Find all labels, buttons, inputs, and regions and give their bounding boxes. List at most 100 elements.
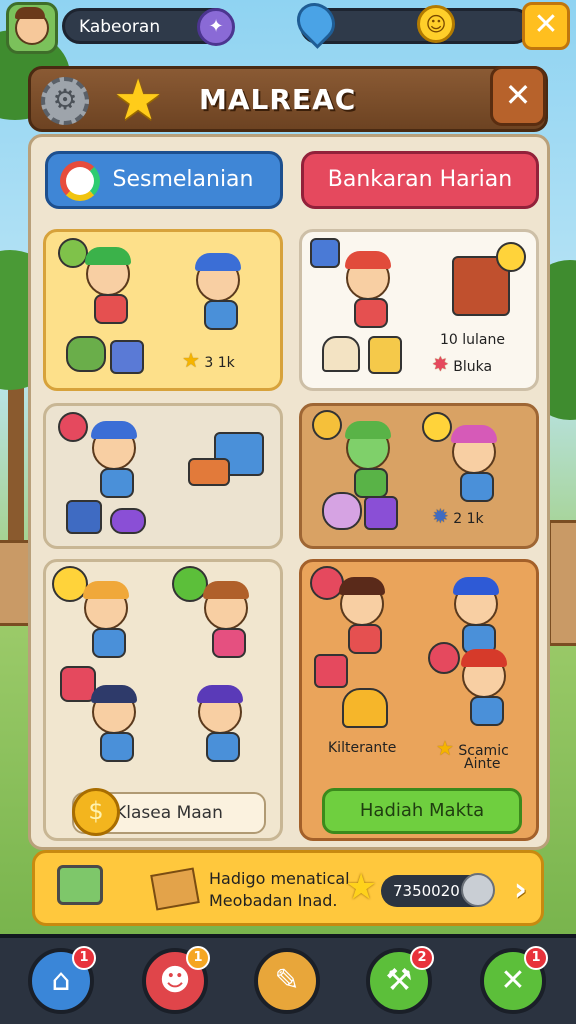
hammer-icon: ⚒	[385, 963, 413, 998]
panel-header: ⚙ ★ MALREAC	[28, 66, 548, 132]
chevron-right-icon[interactable]: ›	[514, 869, 527, 909]
kid-blue-hair-icon	[453, 577, 499, 654]
card-2-line-1: 10 lulane	[440, 332, 505, 348]
top-close-button[interactable]: ✕	[522, 2, 570, 50]
star-icon: ★	[345, 867, 378, 908]
card-4-value: ✹ 2 1k	[432, 504, 484, 528]
exclamation-bubble-icon	[312, 410, 342, 440]
chrome-ring-icon	[60, 161, 100, 201]
video-icon	[310, 238, 340, 268]
character-icon: ☻	[159, 963, 191, 998]
melon-icon	[58, 238, 88, 268]
house-icon: ⌂	[51, 963, 71, 998]
monster-toy-icon	[66, 336, 106, 372]
pig-toy-icon	[322, 492, 362, 530]
promo-line-2: Meobadan Inad.	[209, 891, 338, 910]
promo-counter-value: 7350020	[393, 882, 460, 900]
promo-banner[interactable]: Hadigo menatical Meobadan Inad. ★ 735002…	[32, 850, 544, 926]
sun-badge-icon	[496, 242, 526, 272]
notification-badge: 1	[72, 946, 96, 970]
wrench-icon: ✎	[274, 963, 300, 998]
book-icon	[188, 458, 230, 486]
reward-card-2[interactable]: 10 lulane ✸ Bluka	[299, 229, 539, 391]
promo-line-1: Hadigo menatical	[209, 869, 350, 888]
muffin-icon	[322, 336, 360, 372]
card-2-line-2: ✸ Bluka	[432, 352, 492, 376]
gift-box-icon	[150, 867, 200, 911]
nav-friends-button[interactable]: ☻ 1	[142, 946, 210, 1014]
crossed-swords-icon: ✕	[500, 963, 526, 998]
kid-blue-cap-icon	[195, 253, 241, 330]
reward-card-3[interactable]	[43, 403, 283, 549]
panel-title: MALREAC	[199, 83, 357, 116]
heart-bubble-icon	[58, 412, 88, 442]
card-1-value: ★ 3 1k	[182, 348, 235, 372]
kid-blonde-icon	[83, 581, 129, 658]
tab-bankaran-harian[interactable]: Bankaran Harian	[301, 151, 539, 209]
card-6-label-right-2: Ainte	[464, 756, 501, 772]
notification-badge: 1	[524, 946, 548, 970]
smiley-coin-icon[interactable]: ☺	[417, 5, 455, 43]
kid-green-creature-icon	[345, 421, 391, 498]
picture-frame-icon	[368, 336, 402, 374]
nav-tools-button[interactable]: ✎	[254, 948, 320, 1014]
panel-body: Sesmelanian Bankaran Harian ★ 3 1k 10 lu…	[28, 134, 550, 850]
card-4-value-text: 2 1k	[453, 511, 484, 527]
card-6-label-left: Kilterante	[328, 740, 397, 756]
no-entry-icon	[310, 566, 344, 600]
reward-card-5[interactable]: $ Klasea Maan	[43, 559, 283, 841]
player-name-pill[interactable]: Kabeoran ✦	[62, 8, 235, 46]
card-1-value-text: 3 1k	[204, 355, 235, 371]
kid-purple-cap-icon	[197, 685, 243, 762]
nav-battle-button[interactable]: ✕ 1	[480, 946, 548, 1014]
toy-car-icon	[110, 508, 146, 534]
cube-toy-icon	[110, 340, 144, 374]
tv-icon	[57, 865, 103, 905]
kid-brown-hair-icon	[203, 581, 249, 658]
star-icon: ★	[113, 68, 164, 133]
kid-red-shirt-icon	[339, 577, 385, 654]
gear-star-icon: ✹	[432, 504, 449, 528]
gift-button[interactable]: Hadiah Makta	[322, 788, 522, 834]
kid-red-spiky-hair-icon	[461, 649, 507, 726]
claim-button[interactable]: $ Klasea Maan	[72, 788, 266, 836]
notification-badge: 1	[186, 946, 210, 970]
kid-green-hair-icon	[85, 247, 131, 324]
kid-dark-hair-icon	[91, 685, 137, 762]
nav-build-button[interactable]: ⚒ 2	[366, 946, 434, 1014]
tab-label: Bankaran Harian	[327, 167, 513, 192]
clock-icon	[461, 873, 495, 907]
burst-icon: ✸	[432, 352, 449, 376]
close-icon: ✕	[533, 7, 559, 42]
tab-label: Sesmelanian	[112, 167, 254, 192]
claim-button-label: Klasea Maan	[115, 803, 223, 823]
video-play-icon	[314, 654, 348, 688]
nav-home-button[interactable]: ⌂ 1	[28, 946, 96, 1014]
star-icon: ★	[182, 348, 200, 372]
avatar-face-icon	[15, 7, 49, 45]
player-name: Kabeoran	[79, 17, 161, 37]
reward-card-4[interactable]: ✹ 2 1k	[299, 403, 539, 549]
tab-sesmelanian[interactable]: Sesmelanian	[45, 151, 283, 209]
kid-pink-hair-icon	[451, 425, 497, 502]
racket-icon	[428, 642, 460, 674]
compass-icon[interactable]: ✦	[197, 8, 235, 46]
lollipop-icon	[422, 412, 452, 442]
cake-icon	[342, 688, 388, 728]
top-bar: Kabeoran ✦ ☺ ✕	[0, 0, 576, 56]
coin-icon: $	[72, 788, 120, 836]
tablet-icon	[66, 500, 102, 534]
notebook-icon	[364, 496, 398, 530]
notification-badge: 2	[410, 946, 434, 970]
kid-blue-helmet-icon	[91, 421, 137, 498]
reward-card-1[interactable]: ★ 3 1k	[43, 229, 283, 391]
promo-counter: 7350020	[381, 873, 495, 907]
panel-close-button[interactable]: ✕	[490, 66, 546, 126]
close-icon: ✕	[504, 76, 532, 114]
quest-panel: ⚙ ★ MALREAC ✕ Sesmelanian Bankaran Haria…	[28, 66, 550, 858]
reward-card-6[interactable]: Kilterante ★ Scamic Ainte Hadiah Makta	[299, 559, 539, 841]
kid-red-hat-icon	[345, 251, 391, 328]
gear-icon[interactable]: ⚙	[41, 77, 89, 125]
player-avatar[interactable]	[6, 2, 58, 54]
card-2-line-2-text: Bluka	[453, 359, 493, 375]
